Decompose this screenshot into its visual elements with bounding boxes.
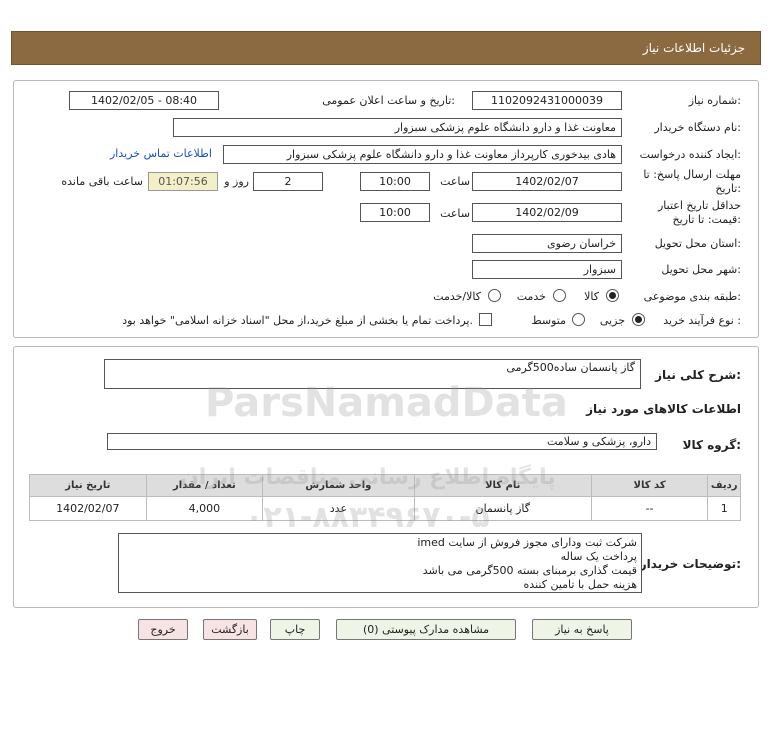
contact-info-link[interactable]: اطلاعات تماس خریدار xyxy=(110,147,212,160)
buyer-note-line: پرداخت یک ساله xyxy=(560,550,637,563)
requester-field: هادی بیدخوری کارپرداز معاونت غذا و دارو … xyxy=(223,145,622,164)
process-label: نوع فرآیند خرید : xyxy=(663,314,741,327)
deadline-time-label: ساعت xyxy=(440,175,470,188)
goods-section-title: اطلاعات کالاهای مورد نیاز xyxy=(586,402,741,416)
announce-label: تاریخ و ساعت اعلان عمومی: xyxy=(322,94,455,107)
goods-table: ردیف کد کالا نام کالا واحد شمارش تعداد /… xyxy=(29,474,741,521)
province-label: استان محل تحویل: xyxy=(654,237,741,250)
deadline-date-field: 1402/02/07 xyxy=(472,172,622,191)
validity-time-label: ساعت xyxy=(440,207,470,220)
buyer-org-field: معاونت غذا و دارو دانشگاه علوم پزشکی سبز… xyxy=(173,118,622,137)
buyer-note-line: قیمت گذاری برمبنای بسته 500گرمی می باشد xyxy=(422,564,637,577)
goods-group-field: دارو، پزشکی و سلامت xyxy=(107,433,657,450)
back-button[interactable]: بازگشت xyxy=(203,619,257,640)
days-label: روز و xyxy=(224,175,249,188)
buyer-notes-label: توضیحات خریدار: xyxy=(639,557,741,571)
description-label: شرح کلی نیاز: xyxy=(655,368,741,382)
buyer-note-line: هزینه حمل با تامین کننده xyxy=(523,578,637,591)
category-label: طبقه بندی موضوعی: xyxy=(643,290,741,303)
category-goods-label: کالا xyxy=(584,290,599,303)
goods-qty-cell: 4,000 xyxy=(145,496,264,521)
col-unit-header: واحد شمارش xyxy=(262,474,415,497)
category-service-label: خدمت xyxy=(516,290,546,303)
deadline-time-field: 10:00 xyxy=(360,172,430,191)
row-number-cell: 1 xyxy=(707,496,741,521)
col-date-header: تاریخ نیاز xyxy=(29,474,147,497)
goods-code-cell: -- xyxy=(590,496,709,521)
treasury-payment-note: پرداخت تمام یا بخشی از مبلغ خرید،از محل … xyxy=(122,314,473,327)
process-medium-label: متوسط xyxy=(531,314,566,327)
need-number-field: 1102092431000039 xyxy=(472,91,622,110)
goods-date-cell: 1402/02/07 xyxy=(29,496,147,521)
buyer-note-line: شرکت ثبت ودارای مجوز فروش از سایت imed xyxy=(417,536,637,549)
category-goods-service-label: کالا/خدمت xyxy=(433,290,481,303)
province-field: خراسان رضوی xyxy=(472,234,622,253)
remaining-label: ساعت باقی مانده xyxy=(61,175,143,188)
buyer-org-label: نام دستگاه خریدار: xyxy=(654,121,741,134)
remaining-time-field: 01:07:56 xyxy=(148,172,218,191)
exit-button[interactable]: خروج xyxy=(138,619,188,640)
process-medium-radio[interactable] xyxy=(572,313,585,326)
goods-unit-cell: عدد xyxy=(262,496,415,521)
deadline-label: مهلت ارسال پاسخ: تا تاریخ: xyxy=(643,168,741,195)
validity-label: حداقل تاریخ اعتبار قیمت: تا تاریخ: xyxy=(657,199,741,226)
table-row: 1 -- گاز پانسمان عدد 4,000 1402/02/07 xyxy=(29,496,741,521)
reply-button[interactable]: پاسخ به نیاز xyxy=(532,619,632,640)
attachments-button[interactable]: مشاهده مدارک پیوستی (0) xyxy=(336,619,516,640)
treasury-payment-checkbox[interactable] xyxy=(479,313,492,326)
category-service-radio[interactable] xyxy=(553,289,566,302)
col-row-header: ردیف xyxy=(707,474,741,497)
print-button[interactable]: چاپ xyxy=(270,619,320,640)
city-field: سبزوار xyxy=(472,260,622,279)
days-field: 2 xyxy=(253,172,323,191)
goods-name-cell: گاز پانسمان xyxy=(413,496,592,521)
city-label: شهر محل تحویل: xyxy=(661,263,741,276)
col-code-header: کد کالا xyxy=(590,474,709,497)
validity-date-field: 1402/02/09 xyxy=(472,203,622,222)
category-goods-radio[interactable] xyxy=(606,289,619,302)
validity-time-field: 10:00 xyxy=(360,203,430,222)
requester-label: ایجاد کننده درخواست: xyxy=(639,148,741,161)
process-minor-label: جزیی xyxy=(599,314,625,327)
need-number-label: شماره نیاز: xyxy=(688,94,741,107)
category-goods-service-radio[interactable] xyxy=(488,289,501,302)
page-title: جزئیات اطلاعات نیاز xyxy=(642,41,745,55)
description-field: گاز پانسمان ساده500گرمی xyxy=(104,359,641,389)
goods-table-header-row: ردیف کد کالا نام کالا واحد شمارش تعداد /… xyxy=(29,474,741,497)
process-minor-radio[interactable] xyxy=(632,313,645,326)
announce-field: 1402/02/05 - 08:40 xyxy=(69,91,219,110)
page-header: جزئیات اطلاعات نیاز xyxy=(11,31,761,65)
buyer-notes-box: شرکت ثبت ودارای مجوز فروش از سایت imed پ… xyxy=(118,533,642,593)
col-qty-header: تعداد / مقدار xyxy=(145,474,264,497)
col-name-header: نام کالا xyxy=(413,474,592,497)
goods-group-label: گروه کالا: xyxy=(682,438,741,452)
